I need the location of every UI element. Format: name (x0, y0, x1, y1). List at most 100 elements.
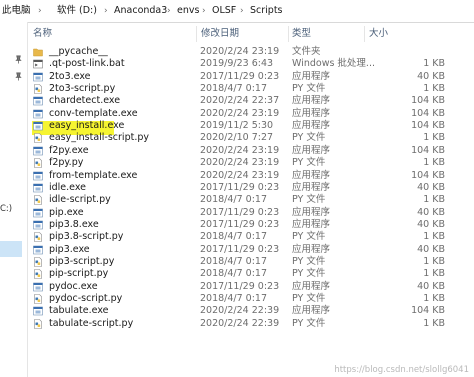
column-size-header[interactable]: 大小 (369, 27, 388, 41)
file-row[interactable]: pip3.exe 2017/11/29 0:23 应用程序 40 KB (28, 244, 474, 256)
navigation-pane[interactable] (0, 22, 28, 377)
file-date: 2019/11/2 5:30 (200, 120, 274, 132)
file-name[interactable]: pip-script.py (49, 268, 108, 280)
file-date: 2018/4/7 0:17 (200, 293, 268, 304)
file-row[interactable]: pip3.8-script.py 2018/4/7 0:17 PY 文件 1 KB (28, 231, 474, 243)
file-name[interactable]: __pycache__ (49, 46, 108, 58)
file-row[interactable]: pydoc.exe 2017/11/29 0:23 应用程序 40 KB (28, 281, 474, 293)
exe-file-icon (33, 97, 43, 106)
file-name[interactable]: tabulate.exe (49, 305, 109, 317)
file-date: 2020/2/24 23:19 (200, 157, 280, 169)
file-name[interactable]: pip3.8-script.py (49, 231, 123, 243)
file-date: 2020/2/24 22:37 (200, 95, 280, 107)
file-row[interactable]: 2to3-script.py 2018/4/7 0:17 PY 文件 1 KB (28, 83, 474, 95)
file-row[interactable]: idle-script.py 2018/4/7 0:17 PY 文件 1 KB (28, 194, 474, 206)
file-name[interactable]: easy_install-script.py (49, 132, 149, 144)
exe-file-icon (33, 146, 43, 156)
file-name[interactable]: 2to3-script.py (49, 83, 115, 95)
file-row[interactable]: pydoc-script.py 2018/4/7 0:17 PY 文件 1 KB (28, 293, 474, 305)
file-name[interactable]: easy_install.exe (49, 120, 124, 132)
file-name[interactable]: conv-template.exe (49, 108, 138, 120)
column-name-header[interactable]: 名称 (33, 27, 52, 41)
file-row[interactable]: easy_install-script.py 2020/2/10 7:27 PY 文… (28, 132, 474, 144)
file-name[interactable]: pip3.8.exe (49, 219, 99, 231)
file-type: 文件夹 (292, 46, 321, 57)
file-row[interactable]: pip.exe 2017/11/29 0:23 应用程序 40 KB (28, 207, 474, 219)
file-name[interactable]: .qt-post-link.bat (49, 58, 125, 70)
file-name[interactable]: pydoc.exe (49, 281, 98, 293)
exe-file-icon (33, 307, 43, 316)
file-row[interactable]: __pycache__ 2020/2/24 23:19 文件夹 (28, 46, 474, 58)
file-name[interactable]: pip3-script.py (49, 256, 114, 268)
file-name[interactable]: pydoc-script.py (49, 293, 122, 305)
pin-icon[interactable] (14, 55, 23, 64)
file-size: 104 KB (411, 144, 445, 156)
file-size: 1 KB (423, 268, 445, 280)
file-type: PY 文件 (292, 268, 326, 280)
file-date: 2019/9/23 6:43 (200, 58, 274, 70)
column-divider[interactable] (196, 26, 197, 42)
breadcrumb-scripts[interactable]: Scripts (250, 4, 283, 18)
column-date-header[interactable]: 修改日期 (201, 27, 239, 41)
nav-drive-label[interactable]: C:) (0, 203, 22, 215)
file-date: 2017/11/29 0:23 (200, 206, 280, 218)
file-type: 应用程序 (292, 95, 331, 107)
file-name[interactable]: idle.exe (49, 182, 86, 194)
file-name[interactable]: f2py.py (49, 157, 83, 169)
file-row[interactable]: idle.exe 2017/11/29 0:23 应用程序 40 KB (28, 182, 474, 194)
python-file-icon (34, 195, 42, 205)
exe-file-icon (33, 121, 43, 131)
folder-icon (33, 48, 43, 57)
file-type: 应用程序 (292, 120, 331, 132)
file-date: 2017/11/29 0:23 (200, 280, 280, 292)
file-row[interactable]: from-template.exe 2020/2/24 23:19 应用程序 104 … (28, 170, 474, 182)
file-date: 2020/2/24 22:39 (200, 317, 280, 329)
file-name[interactable]: from-template.exe (49, 170, 137, 182)
breadcrumb-anaconda3[interactable]: Anaconda3 (114, 4, 167, 18)
column-type-header[interactable]: 类型 (292, 27, 311, 41)
breadcrumb-drive-d[interactable]: 软件 (D:) (57, 4, 97, 18)
file-type: PY 文件 (292, 293, 326, 304)
breadcrumb-this-pc[interactable]: 此电脑 (2, 4, 31, 18)
file-name[interactable]: pip3.exe (49, 244, 90, 256)
file-name[interactable]: idle-script.py (49, 194, 111, 206)
file-type: 应用程序 (292, 70, 331, 82)
file-name[interactable]: pip.exe (49, 207, 84, 219)
file-name[interactable]: f2py.exe (49, 145, 89, 157)
file-size: 40 KB (417, 206, 445, 218)
file-row[interactable]: 2to3.exe 2017/11/29 0:23 应用程序 40 KB (28, 71, 474, 83)
file-row[interactable]: chardetect.exe 2020/2/24 22:37 应用程序 104 KB (28, 95, 474, 107)
file-size: 1 KB (423, 83, 445, 95)
file-type: 应用程序 (292, 144, 331, 156)
nav-selected-item[interactable] (0, 241, 22, 257)
column-divider[interactable] (288, 26, 289, 42)
file-row[interactable]: f2py.py 2020/2/24 23:19 PY 文件 1 KB (28, 157, 474, 169)
file-size: 1 KB (423, 132, 445, 144)
file-name[interactable]: 2to3.exe (49, 71, 91, 83)
file-row[interactable]: pip3-script.py 2018/4/7 0:17 PY 文件 1 KB (28, 256, 474, 268)
address-bar[interactable]: 此电脑 › 软件 (D:) › Anaconda3 › envs › OLSF … (0, 0, 474, 23)
pin-icon[interactable] (14, 72, 23, 81)
file-name[interactable]: tabulate-script.py (49, 318, 133, 330)
column-header: 名称 修改日期 类型 大小 (28, 24, 474, 44)
breadcrumb-envs[interactable]: envs (177, 4, 199, 18)
file-size: 40 KB (417, 70, 445, 82)
breadcrumb-olsf[interactable]: OLSF (212, 4, 236, 18)
watermark: https://blog.csdn.net/slollg6041 (334, 365, 469, 375)
file-name[interactable]: chardetect.exe (49, 95, 120, 107)
file-row[interactable]: pip3.8.exe 2017/11/29 0:23 应用程序 40 KB (28, 219, 474, 231)
column-divider[interactable] (364, 26, 365, 42)
file-row[interactable]: tabulate.exe 2020/2/24 22:39 应用程序 104 KB (28, 305, 474, 317)
file-row[interactable]: pip-script.py 2018/4/7 0:17 PY 文件 1 KB (28, 268, 474, 280)
chevron-right-icon: › (167, 6, 171, 16)
file-type: 应用程序 (292, 107, 331, 119)
file-row[interactable]: tabulate-script.py 2020/2/24 22:39 PY 文件 1 … (28, 318, 474, 330)
file-row[interactable]: f2py.exe 2020/2/24 23:19 应用程序 104 KB (28, 145, 474, 157)
file-row[interactable]: conv-template.exe 2020/2/24 23:19 应用程序 104 … (28, 108, 474, 120)
file-date: 2018/4/7 0:17 (200, 83, 268, 95)
python-file-icon (34, 232, 42, 243)
file-size: 1 KB (423, 157, 445, 169)
file-row[interactable]: .qt-post-link.bat 2019/9/23 6:43 Windows 批… (28, 58, 474, 70)
file-row[interactable]: easy_install.exe 2019/11/2 5:30 应用程序 104 KB (28, 120, 474, 132)
file-date: 2017/11/29 0:23 (200, 181, 280, 193)
